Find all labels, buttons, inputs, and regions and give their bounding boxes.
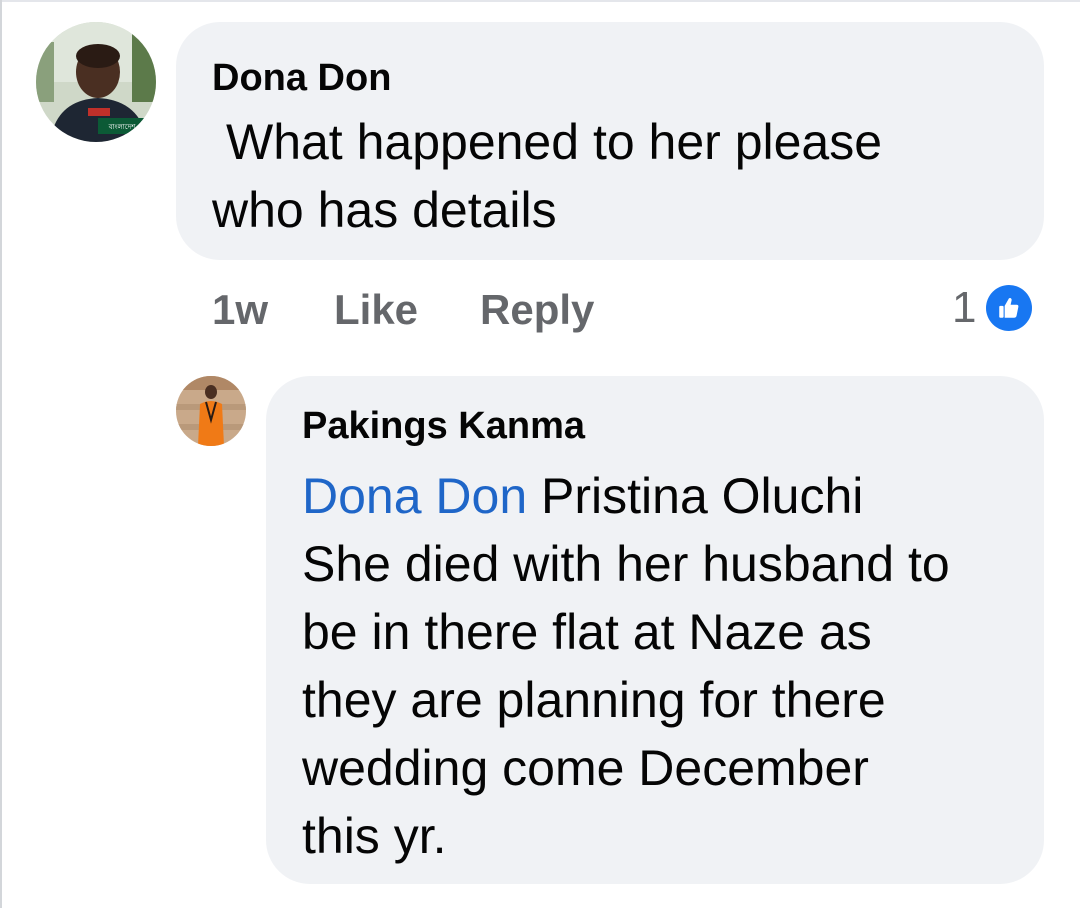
mention-link[interactable]: Dona Don bbox=[302, 468, 527, 524]
avatar-photo: বাংলাদেশ bbox=[36, 22, 156, 142]
comment-text: What happened to her please who has deta… bbox=[212, 108, 1032, 244]
comment-line: What happened to her please bbox=[226, 114, 883, 170]
thumbs-up-icon bbox=[986, 285, 1033, 331]
comment-bubble-1[interactable]: Dona Don What happened to her please who… bbox=[176, 22, 1044, 260]
like-button[interactable]: Like bbox=[334, 286, 418, 334]
left-border bbox=[0, 0, 2, 908]
comment-line: they are planning for there bbox=[302, 672, 886, 728]
comment-line: who has details bbox=[212, 182, 557, 238]
avatar-dona-don[interactable]: বাংলাদেশ bbox=[36, 22, 156, 142]
avatar-caption: বাংলাদেশ bbox=[108, 123, 137, 131]
comment-line-text: Pristina Oluchi bbox=[527, 468, 864, 524]
top-border bbox=[0, 0, 1080, 2]
comment-bubble-2[interactable]: Pakings Kanma Dona Don Pristina Oluchi S… bbox=[266, 376, 1044, 884]
comment-line: She died with her husband to bbox=[302, 536, 950, 592]
reaction-count: 1 bbox=[952, 283, 977, 332]
comment-actions: 1w Like Reply bbox=[212, 280, 656, 340]
comment-line: be in there flat at Naze as bbox=[302, 604, 872, 660]
reply-button[interactable]: Reply bbox=[480, 286, 594, 334]
comment-line: Dona Don Pristina Oluchi bbox=[302, 462, 1042, 530]
comment-line: this yr. bbox=[302, 808, 447, 864]
comment-author[interactable]: Dona Don bbox=[212, 56, 391, 100]
comment-author[interactable]: Pakings Kanma bbox=[302, 404, 585, 448]
avatar-pakings-kanma[interactable] bbox=[176, 376, 246, 446]
avatar-photo bbox=[176, 376, 246, 446]
comment-line: wedding come December bbox=[302, 740, 869, 796]
comment-text: Dona Don Pristina Oluchi She died with h… bbox=[302, 462, 1042, 870]
comment-timestamp[interactable]: 1w bbox=[212, 286, 334, 334]
reaction-summary[interactable]: 1 bbox=[952, 278, 1033, 338]
